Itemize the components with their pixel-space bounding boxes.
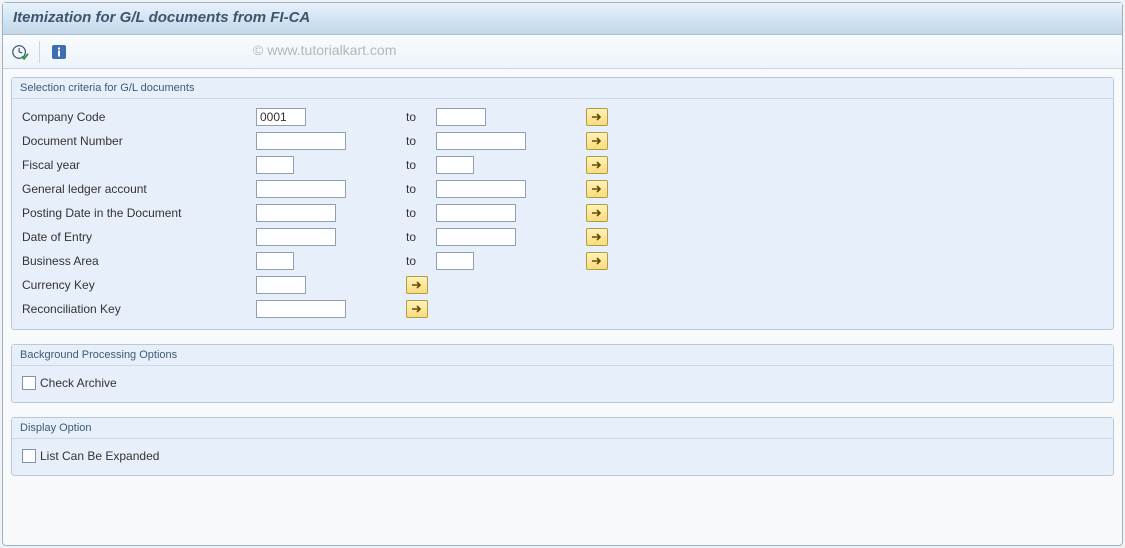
criteria-label: Document Number — [20, 134, 256, 148]
gl_account-to-input[interactable] — [436, 180, 526, 198]
currency_key-multiple-selection-button[interactable] — [406, 276, 428, 294]
group-display-option: Display Option List Can Be Expanded — [11, 417, 1114, 476]
group-body-bg: Check Archive — [12, 365, 1113, 402]
clock-check-icon — [11, 43, 29, 61]
to-label: to — [406, 182, 436, 196]
group-body-selection: Company CodetoDocument NumbertoFiscal ye… — [12, 98, 1113, 329]
group-title-selection: Selection criteria for G/L documents — [12, 78, 1113, 94]
group-title-display: Display Option — [12, 418, 1113, 434]
check-archive-label: Check Archive — [40, 376, 117, 390]
toolbar-divider — [39, 41, 40, 63]
criteria-row-gl_account: General ledger account to — [20, 177, 1105, 201]
criteria-label: Company Code — [20, 110, 256, 124]
execute-button[interactable] — [9, 41, 31, 63]
recon_key-from-input[interactable] — [256, 300, 346, 318]
group-background-processing: Background Processing Options Check Arch… — [11, 344, 1114, 403]
gl_account-multiple-selection-button[interactable] — [586, 180, 608, 198]
date_of_entry-from-input[interactable] — [256, 228, 336, 246]
arrow-right-icon — [591, 184, 603, 194]
criteria-label: Date of Entry — [20, 230, 256, 244]
business_area-to-input[interactable] — [436, 252, 474, 270]
recon_key-multiple-selection-button[interactable] — [406, 300, 428, 318]
criteria-row-recon_key: Reconciliation Key — [20, 297, 1105, 321]
criteria-label: Posting Date in the Document — [20, 206, 256, 220]
list-expandable-checkbox[interactable] — [22, 449, 36, 463]
arrow-right-icon — [591, 256, 603, 266]
app-window: Itemization for G/L documents from FI-CA… — [2, 2, 1123, 546]
criteria-row-posting_date: Posting Date in the Document to — [20, 201, 1105, 225]
criteria-label: Currency Key — [20, 278, 256, 292]
doc_number-from-input[interactable] — [256, 132, 346, 150]
info-button[interactable] — [48, 41, 70, 63]
check-archive-checkbox[interactable] — [22, 376, 36, 390]
fiscal_year-to-input[interactable] — [436, 156, 474, 174]
posting_date-to-input[interactable] — [436, 204, 516, 222]
group-selection-criteria: Selection criteria for G/L documents Com… — [11, 77, 1114, 330]
company_code-multiple-selection-button[interactable] — [586, 108, 608, 126]
criteria-row-fiscal_year: Fiscal year to — [20, 153, 1105, 177]
fiscal_year-multiple-selection-button[interactable] — [586, 156, 608, 174]
content-area: Selection criteria for G/L documents Com… — [3, 69, 1122, 476]
criteria-label: Reconciliation Key — [20, 302, 256, 316]
criteria-row-business_area: Business Area to — [20, 249, 1105, 273]
arrow-right-icon — [411, 304, 423, 314]
arrow-right-icon — [591, 232, 603, 242]
criteria-label: General ledger account — [20, 182, 256, 196]
gl_account-from-input[interactable] — [256, 180, 346, 198]
criteria-row-company_code: Company Code to — [20, 105, 1105, 129]
to-label: to — [406, 206, 436, 220]
arrow-right-icon — [411, 280, 423, 290]
business_area-multiple-selection-button[interactable] — [586, 252, 608, 270]
to-label: to — [406, 134, 436, 148]
to-label: to — [406, 254, 436, 268]
info-icon — [51, 44, 67, 60]
posting_date-multiple-selection-button[interactable] — [586, 204, 608, 222]
to-label: to — [406, 158, 436, 172]
date_of_entry-multiple-selection-button[interactable] — [586, 228, 608, 246]
company_code-from-input[interactable] — [256, 108, 306, 126]
criteria-row-doc_number: Document Number to — [20, 129, 1105, 153]
fiscal_year-from-input[interactable] — [256, 156, 294, 174]
page-title: Itemization for G/L documents from FI-CA — [13, 9, 310, 26]
criteria-label: Fiscal year — [20, 158, 256, 172]
date_of_entry-to-input[interactable] — [436, 228, 516, 246]
group-title-bg: Background Processing Options — [12, 345, 1113, 361]
criteria-label: Business Area — [20, 254, 256, 268]
group-body-display: List Can Be Expanded — [12, 438, 1113, 475]
arrow-right-icon — [591, 160, 603, 170]
watermark: © www.tutorialkart.com — [253, 42, 396, 58]
toolbar: © www.tutorialkart.com — [3, 35, 1122, 69]
company_code-to-input[interactable] — [436, 108, 486, 126]
doc_number-multiple-selection-button[interactable] — [586, 132, 608, 150]
business_area-from-input[interactable] — [256, 252, 294, 270]
criteria-row-currency_key: Currency Key — [20, 273, 1105, 297]
doc_number-to-input[interactable] — [436, 132, 526, 150]
currency_key-from-input[interactable] — [256, 276, 306, 294]
arrow-right-icon — [591, 112, 603, 122]
title-bar: Itemization for G/L documents from FI-CA — [3, 3, 1122, 35]
to-label: to — [406, 110, 436, 124]
to-label: to — [406, 230, 436, 244]
list-expandable-label: List Can Be Expanded — [40, 449, 159, 463]
criteria-row-date_of_entry: Date of Entry to — [20, 225, 1105, 249]
arrow-right-icon — [591, 208, 603, 218]
arrow-right-icon — [591, 136, 603, 146]
posting_date-from-input[interactable] — [256, 204, 336, 222]
